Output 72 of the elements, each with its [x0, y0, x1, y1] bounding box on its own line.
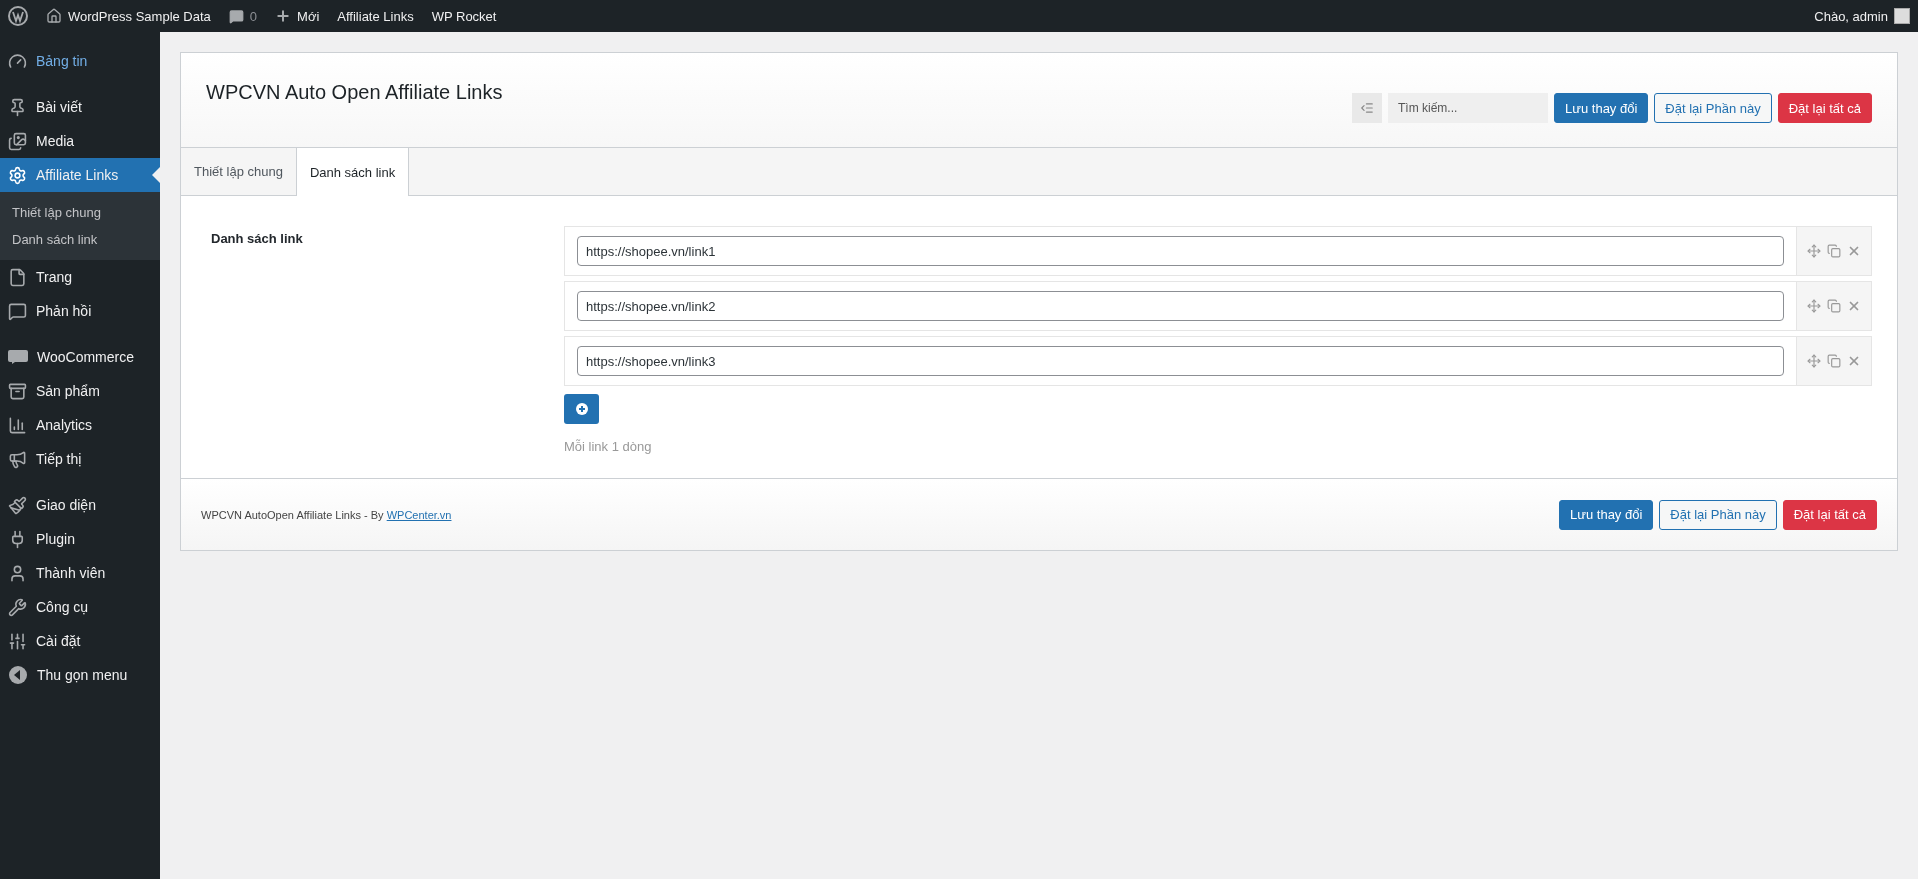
- reset-section-button[interactable]: Đặt lại Phần này: [1659, 499, 1777, 530]
- avatar-icon: [1894, 8, 1910, 24]
- comment-icon: [228, 8, 244, 24]
- archive-icon: [8, 381, 27, 401]
- sidebar-item[interactable]: Sản phẩm: [0, 374, 160, 408]
- sidebar-item[interactable]: Bảng tin: [0, 44, 160, 78]
- brush-icon: [8, 495, 27, 515]
- pin-icon: [8, 97, 27, 117]
- sidebar-item[interactable]: Công cụ: [0, 590, 160, 624]
- sidebar-item[interactable]: Media: [0, 124, 160, 158]
- bar-chart-icon: [8, 415, 27, 435]
- gauge-icon: [8, 51, 27, 71]
- footer-link[interactable]: WPCenter.vn: [386, 508, 452, 521]
- move-icon[interactable]: [1807, 354, 1821, 368]
- submenu-item[interactable]: Danh sách link: [0, 226, 160, 253]
- sidebar-item[interactable]: Phản hồi: [0, 294, 160, 328]
- admin-bar-link[interactable]: WP Rocket: [431, 8, 497, 24]
- sidebar-item[interactable]: Bài viết: [0, 90, 160, 124]
- woo-icon: [8, 350, 28, 364]
- reset-section-button[interactable]: Đặt lại Phần này: [1654, 93, 1772, 123]
- close-icon[interactable]: [1847, 354, 1861, 368]
- copy-icon[interactable]: [1827, 244, 1841, 258]
- sidebar-item[interactable]: Thu gọn menu: [0, 658, 160, 692]
- sidebar-item[interactable]: Giao diện: [0, 488, 160, 522]
- wordpress-logo-icon[interactable]: [8, 6, 28, 26]
- hint-text: Mỗi link 1 dòng: [564, 439, 653, 454]
- sidebar-item[interactable]: Tiếp thị: [0, 442, 160, 476]
- reset-all-button[interactable]: Đặt lại tất cả: [1777, 93, 1872, 123]
- field-label: Danh sách link: [211, 230, 304, 248]
- reset-all-button[interactable]: Đặt lại tất cả: [1782, 499, 1877, 530]
- close-icon[interactable]: [1847, 244, 1861, 258]
- pages-icon: [8, 267, 27, 287]
- collapse-icon: [8, 665, 28, 685]
- save-button[interactable]: Lưu thay đổi: [1559, 499, 1654, 530]
- comment-icon: [8, 301, 27, 321]
- footer-text: WPCVN AutoOpen Affiliate Links - By WPCenter.vn: [201, 508, 452, 521]
- save-button[interactable]: Lưu thay đổi: [1554, 93, 1649, 123]
- search-field[interactable]: Tìm kiếm...: [1388, 93, 1548, 123]
- sliders-icon: [8, 631, 27, 651]
- plus-circle-icon: [575, 403, 588, 415]
- greeting-link[interactable]: Chào, admin: [1814, 8, 1910, 24]
- sidebar-item[interactable]: WooCommerce: [0, 340, 160, 374]
- move-icon[interactable]: [1807, 244, 1821, 258]
- copy-icon[interactable]: [1827, 354, 1841, 368]
- media-icon: [8, 131, 27, 151]
- add-button[interactable]: [564, 394, 599, 424]
- tab[interactable]: Danh sách link: [296, 148, 410, 196]
- sidebar-item[interactable]: Thành viên: [0, 556, 160, 590]
- close-icon[interactable]: [1847, 299, 1861, 313]
- site-name-link[interactable]: WordPress Sample Data: [46, 8, 211, 24]
- megaphone-icon: [8, 449, 27, 469]
- home-icon: [46, 8, 62, 24]
- copy-icon[interactable]: [1827, 299, 1841, 313]
- url-field[interactable]: https://shopee.vn/link3: [577, 346, 1784, 376]
- url-field[interactable]: https://shopee.vn/link2: [577, 291, 1784, 321]
- comments-link[interactable]: 0: [228, 8, 258, 24]
- sidebar-item[interactable]: Analytics: [0, 408, 160, 442]
- sidebar-item[interactable]: Cài đặt: [0, 624, 160, 658]
- url-field[interactable]: https://shopee.vn/link1: [577, 236, 1784, 266]
- sidebar-item[interactable]: Affiliate Links: [0, 158, 160, 192]
- user-icon: [8, 563, 27, 583]
- new-link[interactable]: Mới: [275, 8, 320, 24]
- sidebar-item[interactable]: Plugin: [0, 522, 160, 556]
- expand-button[interactable]: [1352, 93, 1382, 123]
- wrench-icon: [8, 597, 27, 617]
- admin-bar-link[interactable]: Affiliate Links: [337, 8, 414, 24]
- move-icon[interactable]: [1807, 299, 1821, 313]
- gear-icon: [8, 165, 27, 185]
- sidebar-item[interactable]: Trang: [0, 260, 160, 294]
- outdent-icon: [1360, 101, 1374, 115]
- submenu-item[interactable]: Thiết lập chung: [0, 199, 160, 226]
- page-title: WPCVN Auto Open Affiliate Links: [206, 81, 503, 105]
